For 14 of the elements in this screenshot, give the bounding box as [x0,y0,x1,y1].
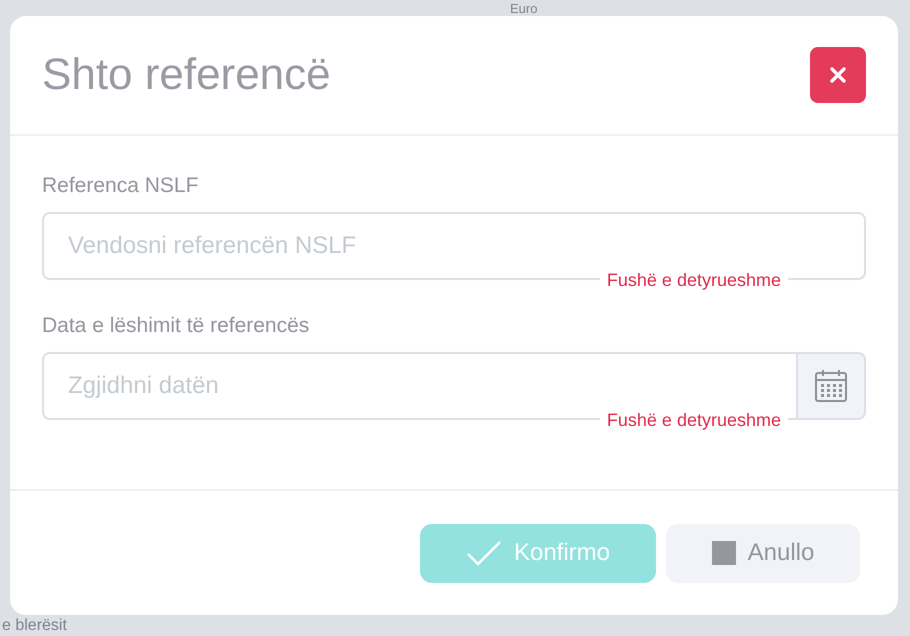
field-label: Data e lëshimit të referencës [42,314,310,338]
section-label: e blerësit [2,617,67,634]
error-message: Fushë e detyrueshme [600,270,788,290]
error-message: Fushë e detyrueshme [600,410,788,430]
close-button[interactable] [810,47,866,103]
calendar-icon [814,369,848,403]
field-label: Referenca NSLF [42,174,200,198]
check-icon [466,540,502,566]
close-icon [829,66,847,84]
currency-label: Euro [510,1,538,16]
stop-icon [712,541,736,565]
calendar-button[interactable] [796,352,866,420]
cancel-button[interactable]: Anullo [666,524,860,582]
dialog-title: Shto referencë [42,50,331,100]
